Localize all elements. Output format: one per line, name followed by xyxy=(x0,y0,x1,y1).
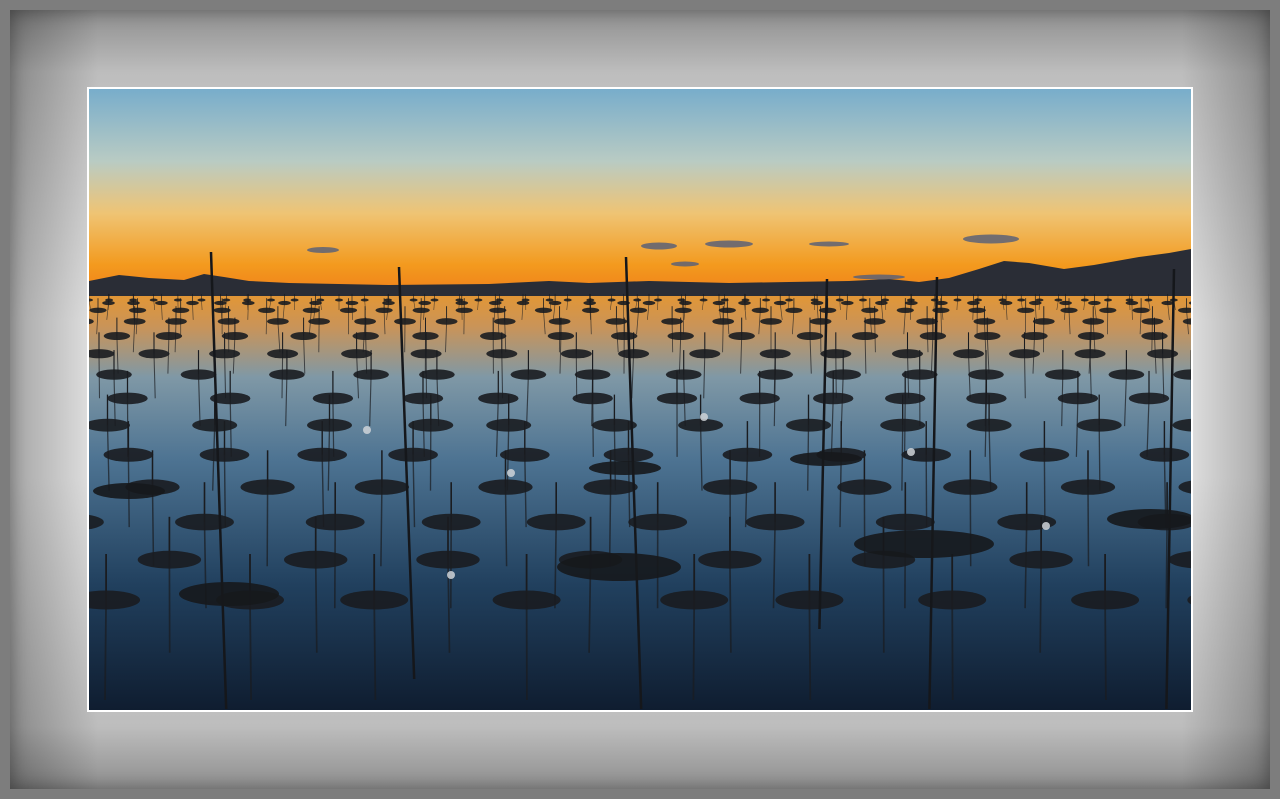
buoy xyxy=(700,413,708,421)
pole-reflection xyxy=(951,599,954,701)
pole-reflection xyxy=(692,599,696,701)
buoy xyxy=(447,571,455,579)
pole-reflection xyxy=(373,599,377,701)
foreground-raft xyxy=(93,483,165,499)
pole-reflection xyxy=(265,310,268,335)
foreground-raft xyxy=(589,461,661,475)
foreground-raft xyxy=(854,530,994,558)
pole-reflection xyxy=(592,398,594,457)
buoy xyxy=(907,448,915,456)
photo-canvas xyxy=(89,89,1191,710)
pole-reflection xyxy=(380,487,383,567)
pole-reflection xyxy=(722,321,724,353)
sunset-seaweed-farm-photo xyxy=(89,89,1191,710)
foreground-raft xyxy=(179,582,279,606)
foreground-raft xyxy=(1107,509,1191,529)
pole-reflection xyxy=(249,599,252,701)
pole-reflection xyxy=(729,559,732,653)
buoy xyxy=(363,426,371,434)
pole-reflection xyxy=(1165,522,1168,609)
pole-reflection xyxy=(1087,487,1090,567)
pole-reflection xyxy=(104,599,107,701)
foreground-raft xyxy=(790,452,862,466)
foreground-raft xyxy=(557,553,681,581)
buoy xyxy=(507,469,515,477)
pole-reflection xyxy=(314,559,318,653)
buoy xyxy=(1042,522,1050,530)
pole-reflection xyxy=(1104,599,1107,701)
pole-reflection xyxy=(901,425,904,491)
pole-reflection xyxy=(808,599,812,701)
pole-reflection xyxy=(1039,559,1042,653)
